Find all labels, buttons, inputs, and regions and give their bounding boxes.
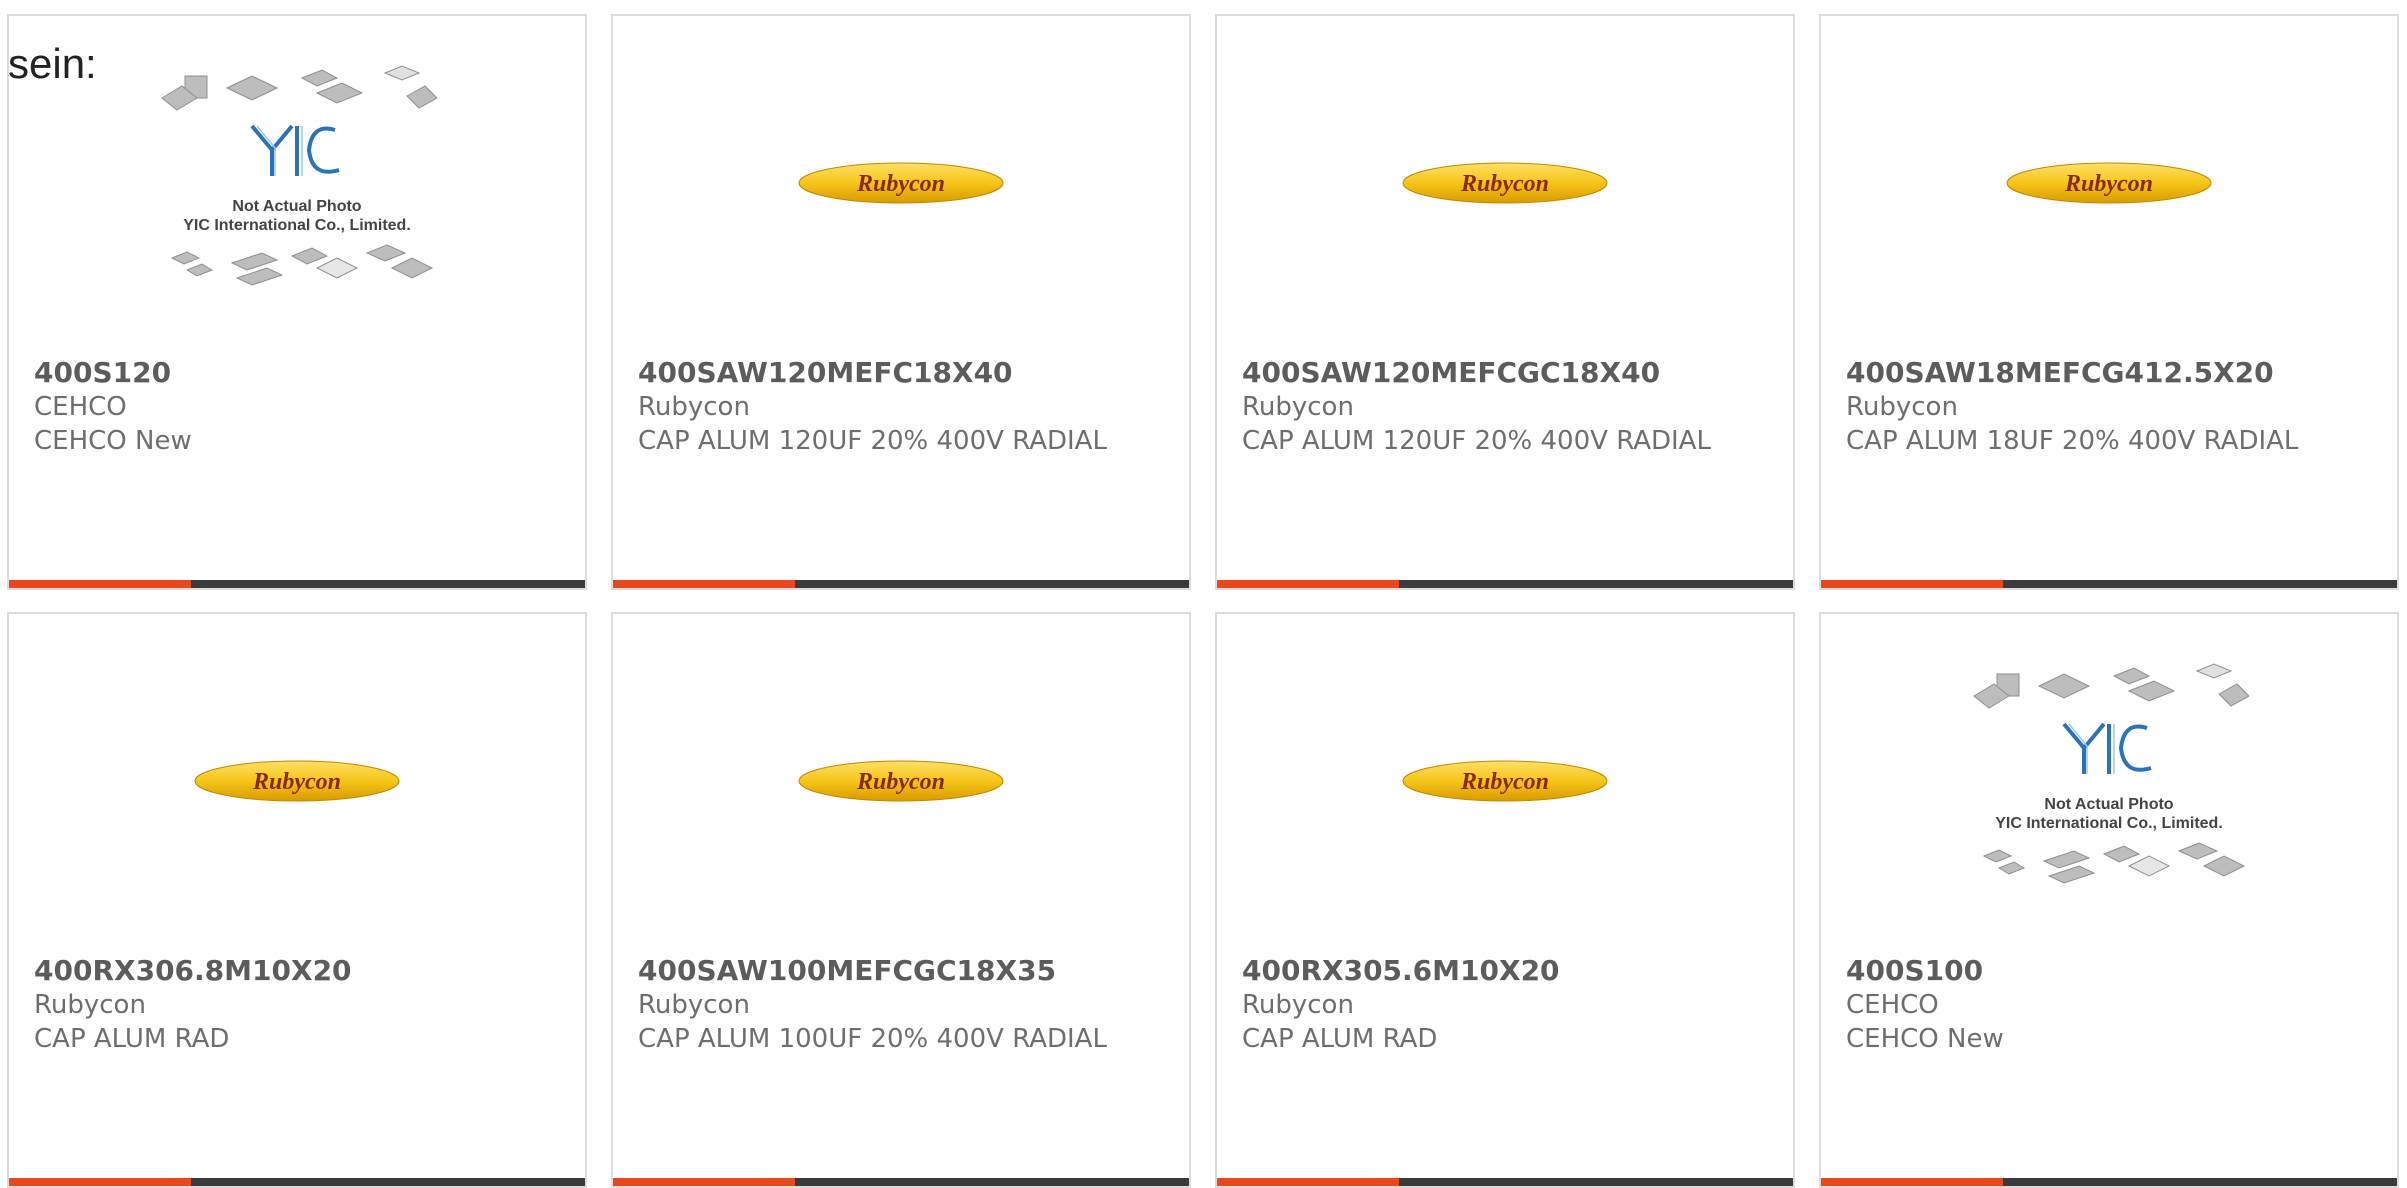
product-card[interactable]: Rubycon 400SAW120MEFC18X40 Rubycon CAP A… — [611, 14, 1191, 590]
manufacturer-name: Rubycon — [1242, 392, 1354, 422]
product-image[interactable]: Rubycon — [1821, 16, 2397, 350]
yic-caption-2: YIC International Co., Limited. — [1995, 815, 2223, 832]
yic-placeholder-image: Not Actual Photo YIC International Co., … — [161, 65, 437, 286]
part-number-link[interactable]: 400RX305.6M10X20 — [1242, 954, 1773, 988]
yic-caption-1: Not Actual Photo — [232, 198, 361, 215]
product-image[interactable]: Rubycon — [613, 16, 1189, 350]
rubycon-logo-image: Rubycon — [1402, 760, 1608, 802]
card-bar-accent — [1821, 1178, 2003, 1186]
product-description: CAP ALUM RAD — [1242, 1024, 1438, 1054]
page-label: sein: — [8, 40, 97, 87]
card-bar-accent — [613, 1178, 795, 1186]
card-bottom-bar — [613, 1178, 1189, 1186]
part-number-link[interactable]: 400SAW18MEFCG412.5X20 — [1846, 356, 2377, 390]
card-bottom-bar — [1217, 1178, 1793, 1186]
rubycon-logo-image: Rubycon — [798, 162, 1004, 204]
rubycon-logo-text: Rubycon — [856, 769, 945, 795]
card-bar-accent — [1217, 1178, 1399, 1186]
manufacturer-name: Rubycon — [638, 990, 750, 1020]
rubycon-logo-text: Rubycon — [2064, 171, 2153, 197]
product-description: CEHCO New — [1846, 1024, 2004, 1054]
card-bottom-bar — [1217, 580, 1793, 588]
product-card[interactable]: Rubycon 400RX306.8M10X20 Rubycon CAP ALU… — [7, 612, 587, 1188]
card-bar-accent — [9, 1178, 191, 1186]
rubycon-logo-text: Rubycon — [252, 769, 341, 795]
card-bottom-bar — [1821, 1178, 2397, 1186]
product-card[interactable]: Rubycon 400SAW18MEFCG412.5X20 Rubycon CA… — [1819, 14, 2399, 590]
product-description: CEHCO New — [34, 426, 192, 456]
product-card[interactable]: Not Actual Photo YIC International Co., … — [1819, 612, 2399, 1188]
product-info: 400S100 CEHCO CEHCO New — [1846, 954, 2377, 1056]
product-card[interactable]: Rubycon 400SAW100MEFCGC18X35 Rubycon CAP… — [611, 612, 1191, 1188]
rubycon-logo-text: Rubycon — [1460, 171, 1549, 197]
product-info: 400RX305.6M10X20 Rubycon CAP ALUM RAD — [1242, 954, 1773, 1056]
card-bottom-bar — [613, 580, 1189, 588]
product-card[interactable]: Rubycon 400SAW120MEFCGC18X40 Rubycon CAP… — [1215, 14, 1795, 590]
card-bottom-bar — [9, 580, 585, 588]
part-number-link[interactable]: 400RX306.8M10X20 — [34, 954, 565, 988]
product-image[interactable]: Not Actual Photo YIC International Co., … — [1821, 614, 2397, 948]
product-card[interactable]: Rubycon 400RX305.6M10X20 Rubycon CAP ALU… — [1215, 612, 1795, 1188]
part-number-link[interactable]: 400SAW100MEFCGC18X35 — [638, 954, 1169, 988]
card-bottom-bar — [1821, 580, 2397, 588]
product-image[interactable]: Rubycon — [613, 614, 1189, 948]
rubycon-logo-text: Rubycon — [856, 171, 945, 197]
product-info: 400SAW100MEFCGC18X35 Rubycon CAP ALUM 10… — [638, 954, 1169, 1056]
product-image[interactable]: Rubycon — [9, 614, 585, 948]
card-bar-accent — [613, 580, 795, 588]
yic-caption-2: YIC International Co., Limited. — [183, 217, 411, 234]
card-bar-accent — [9, 580, 191, 588]
card-bar-accent — [1217, 580, 1399, 588]
yic-caption-1: Not Actual Photo — [2044, 796, 2173, 813]
product-image[interactable]: Rubycon — [1217, 16, 1793, 350]
product-grid: Not Actual Photo YIC International Co., … — [7, 14, 2407, 1188]
product-info: 400RX306.8M10X20 Rubycon CAP ALUM RAD — [34, 954, 565, 1056]
product-image[interactable]: Rubycon — [1217, 614, 1793, 948]
product-description: CAP ALUM 120UF 20% 400V RADIAL — [1242, 426, 1711, 456]
part-number-link[interactable]: 400SAW120MEFC18X40 — [638, 356, 1169, 390]
part-number-link[interactable]: 400S120 — [34, 356, 565, 390]
part-number-link[interactable]: 400S100 — [1846, 954, 2377, 988]
yic-placeholder-image: Not Actual Photo YIC International Co., … — [1973, 663, 2249, 884]
manufacturer-name: CEHCO — [34, 392, 127, 422]
product-description: CAP ALUM 100UF 20% 400V RADIAL — [638, 1024, 1107, 1054]
product-info: 400SAW18MEFCG412.5X20 Rubycon CAP ALUM 1… — [1846, 356, 2377, 458]
rubycon-logo-image: Rubycon — [798, 760, 1004, 802]
rubycon-logo-image: Rubycon — [2006, 162, 2212, 204]
product-info: 400S120 CEHCO CEHCO New — [34, 356, 565, 458]
rubycon-logo-image: Rubycon — [194, 760, 400, 802]
product-card[interactable]: Not Actual Photo YIC International Co., … — [7, 14, 587, 590]
product-description: CAP ALUM 120UF 20% 400V RADIAL — [638, 426, 1107, 456]
product-info: 400SAW120MEFC18X40 Rubycon CAP ALUM 120U… — [638, 356, 1169, 458]
product-description: CAP ALUM 18UF 20% 400V RADIAL — [1846, 426, 2299, 456]
manufacturer-name: Rubycon — [34, 990, 146, 1020]
manufacturer-name: Rubycon — [638, 392, 750, 422]
card-bar-accent — [1821, 580, 2003, 588]
product-info: 400SAW120MEFCGC18X40 Rubycon CAP ALUM 12… — [1242, 356, 1773, 458]
rubycon-logo-text: Rubycon — [1460, 769, 1549, 795]
manufacturer-name: Rubycon — [1846, 392, 1958, 422]
manufacturer-name: CEHCO — [1846, 990, 1939, 1020]
card-bottom-bar — [9, 1178, 585, 1186]
rubycon-logo-image: Rubycon — [1402, 162, 1608, 204]
product-description: CAP ALUM RAD — [34, 1024, 230, 1054]
part-number-link[interactable]: 400SAW120MEFCGC18X40 — [1242, 356, 1773, 390]
manufacturer-name: Rubycon — [1242, 990, 1354, 1020]
